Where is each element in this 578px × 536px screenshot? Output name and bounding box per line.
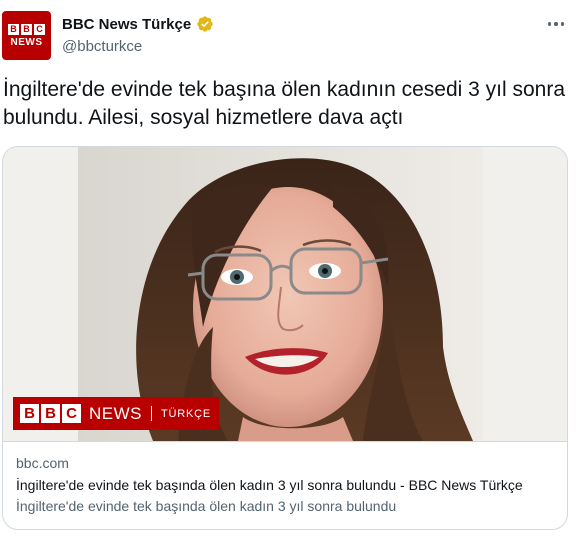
bbc-logo-block: B	[20, 404, 39, 423]
more-options-icon[interactable]	[546, 16, 566, 32]
bbc-logo-block: C	[62, 404, 81, 423]
verified-badge-icon[interactable]	[196, 15, 214, 33]
bbc-logo-block: B	[41, 404, 60, 423]
link-card[interactable]: B B C NEWS TÜRKÇE bbc.com İngiltere'de e…	[2, 146, 568, 530]
card-meta[interactable]: bbc.com İngiltere'de evinde tek başında …	[3, 441, 567, 529]
bbc-news-turkce-logo: B B C NEWS TÜRKÇE	[13, 397, 219, 430]
avatar-block: B	[21, 23, 32, 35]
avatar[interactable]: B B C NEWS	[2, 11, 51, 60]
avatar-block: B	[8, 23, 19, 35]
bbc-turkce-text: TÜRKÇE	[161, 407, 212, 420]
avatar-bbc-blocks: B B C	[8, 23, 45, 35]
card-image[interactable]: B B C NEWS TÜRKÇE	[3, 147, 567, 441]
avatar-news-text: NEWS	[10, 36, 43, 48]
tweet-text: İngiltere'de evinde tek başına ölen kadı…	[3, 78, 566, 129]
card-description: İngiltere'de evinde tek başında ölen kad…	[16, 498, 397, 514]
avatar-block: C	[34, 23, 45, 35]
card-domain: bbc.com	[16, 455, 69, 471]
bbc-news-text: NEWS	[89, 403, 142, 423]
bbc-logo-blocks: B B C	[20, 404, 81, 423]
tweet: B B C NEWS BBC News Türkçe @bbcturkce İn…	[0, 0, 578, 536]
card-title: İngiltere'de evinde tek başında ölen kad…	[16, 477, 523, 493]
author-name-row: BBC News Türkçe	[62, 15, 214, 33]
handle[interactable]: @bbcturkce	[62, 38, 142, 55]
display-name[interactable]: BBC News Türkçe	[62, 16, 191, 33]
bbc-logo-divider	[151, 406, 152, 421]
